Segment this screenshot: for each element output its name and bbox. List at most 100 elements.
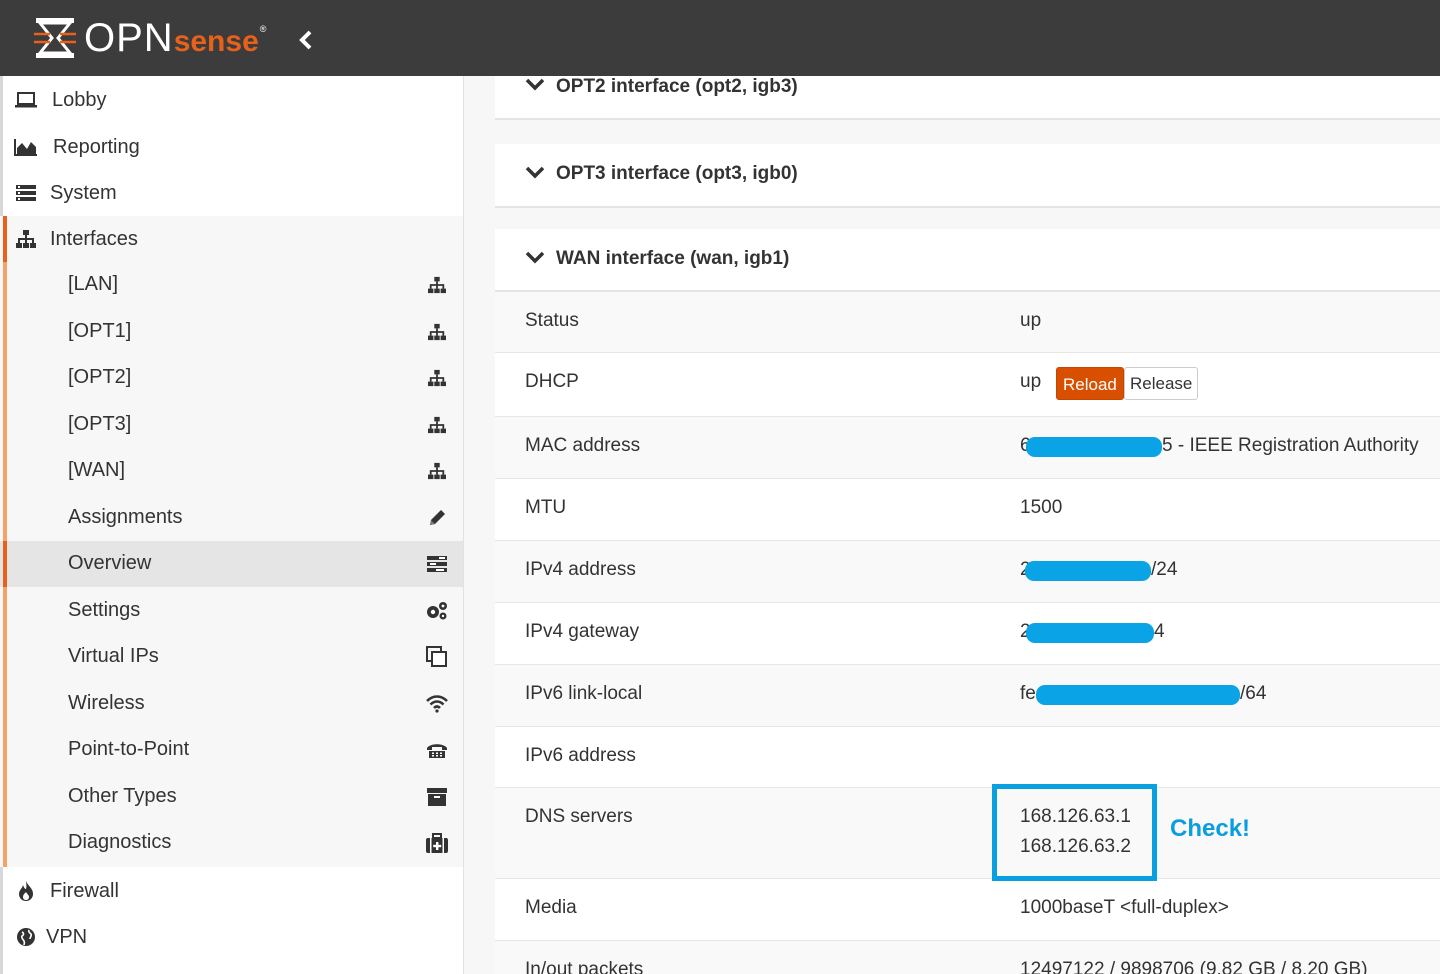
row-key: IPv4 address — [525, 559, 636, 580]
sidebar-item-label: Interfaces — [50, 227, 138, 250]
row-key: MAC address — [525, 435, 641, 456]
sidebar-item-lan[interactable]: [LAN] — [0, 262, 463, 308]
sitemap-icon — [424, 413, 450, 437]
sidebar-item-opt3[interactable]: [OPT3] — [0, 402, 463, 448]
sidebar-item-vpn[interactable]: VPN — [0, 914, 463, 960]
table-row-ipv4-gateway: IPv4 gateway 2 4 — [495, 602, 1440, 664]
sidebar-item-lobby[interactable]: Lobby — [0, 77, 463, 123]
row-value-suffix: /24 — [1151, 559, 1178, 580]
redaction-mark — [1025, 561, 1151, 581]
sidebar-item-reporting[interactable]: Reporting — [0, 124, 463, 170]
sidebar-collapse-button[interactable] — [292, 26, 320, 54]
main-content: OPT2 interface (opt2, igb3) OPT3 interfa… — [464, 76, 1440, 974]
row-key: IPv4 gateway — [525, 621, 640, 642]
row-key: DHCP — [525, 371, 579, 392]
sidebar-item-diagnostics[interactable]: Diagnostics — [0, 820, 463, 866]
chevron-down-icon — [525, 251, 545, 264]
sidebar-item-label: VPN — [46, 925, 88, 948]
release-button[interactable]: Release — [1124, 367, 1199, 400]
row-key: Media — [525, 897, 577, 918]
sidebar-item-settings[interactable]: Settings — [0, 588, 463, 634]
medkit-icon — [424, 831, 450, 855]
tasks-icon — [424, 552, 450, 576]
redaction-mark — [1026, 623, 1154, 643]
sidebar-item-label: Point-to-Point — [68, 738, 190, 760]
sidebar-item-label: Virtual IPs — [68, 645, 159, 667]
sidebar-item-label: [OPT1] — [68, 320, 132, 342]
fax-icon — [424, 738, 450, 762]
sidebar-item-label: Assignments — [68, 506, 183, 528]
logo-registered-mark: ® — [259, 24, 267, 34]
row-key: IPv6 link-local — [525, 683, 643, 704]
panel-title: OPT2 interface (opt2, igb3) — [556, 76, 798, 97]
row-key: Status — [525, 310, 579, 331]
table-row-mac: MAC address 6 5 - IEEE Registration Auth… — [495, 416, 1440, 478]
sidebar-item-system[interactable]: System — [0, 170, 463, 216]
server-icon — [14, 182, 38, 204]
sidebar-item-label: Other Types — [68, 785, 177, 807]
sidebar-item-firewall[interactable]: Firewall — [0, 868, 463, 914]
wan-interface-panel: WAN interface (wan, igb1) Status up DHCP… — [495, 229, 1440, 974]
globe-icon — [14, 926, 38, 948]
opt3-panel-header[interactable]: OPT3 interface (opt3, igb0) — [495, 162, 1440, 206]
row-value: 1500 — [1020, 497, 1063, 518]
opt2-panel-header[interactable]: OPT2 interface (opt2, igb3) — [495, 76, 1440, 120]
chevron-left-icon — [299, 30, 312, 50]
sidebar-item-other-types[interactable]: Other Types — [0, 774, 463, 820]
reload-button[interactable]: Reload — [1056, 367, 1124, 400]
sidebar-item-virtual-ips[interactable]: Virtual IPs — [0, 634, 463, 680]
area-chart-icon — [14, 136, 38, 158]
wan-panel-header[interactable]: WAN interface (wan, igb1) — [495, 247, 1440, 291]
redaction-mark — [1026, 437, 1162, 457]
row-value: 12497122 / 9898706 (9.82 GB / 8.20 GB) — [1020, 959, 1368, 974]
logo-opn-text: OPN — [84, 15, 174, 60]
row-value-suffix: /64 — [1240, 683, 1267, 704]
opt2-interface-panel: OPT2 interface (opt2, igb3) — [495, 76, 1440, 120]
opnsense-logo[interactable]: OPN sense ® — [32, 14, 266, 62]
table-row-mtu: MTU 1500 — [495, 478, 1440, 540]
table-row-media: Media 1000baseT <full-duplex> — [495, 878, 1440, 940]
row-key: MTU — [525, 497, 567, 518]
sidebar-item-wireless[interactable]: Wireless — [0, 681, 463, 727]
clone-icon — [424, 645, 450, 669]
row-value-prefix: fe — [1020, 683, 1036, 704]
panel-title: WAN interface (wan, igb1) — [556, 248, 790, 269]
sidebar-item-point-to-point[interactable]: Point-to-Point — [0, 727, 463, 773]
opt3-interface-panel: OPT3 interface (opt3, igb0) — [495, 144, 1440, 208]
fire-icon — [14, 880, 38, 902]
row-key: In/out packets — [525, 959, 644, 974]
sidebar-item-interfaces[interactable]: Interfaces — [0, 216, 463, 262]
pencil-icon — [424, 506, 450, 530]
table-row-status: Status up — [495, 290, 1440, 352]
sidebar-item-label: Lobby — [52, 88, 107, 111]
opnsense-logo-mark-icon — [34, 18, 76, 58]
sidebar-item-opt1[interactable]: [OPT1] — [0, 309, 463, 355]
sidebar-item-assignments[interactable]: Assignments — [0, 495, 463, 541]
sidebar-item-wan[interactable]: [WAN] — [0, 448, 463, 494]
check-annotation: Check! — [1170, 815, 1251, 842]
sitemap-icon — [14, 228, 38, 250]
panel-title: OPT3 interface (opt3, igb0) — [556, 163, 798, 184]
sidebar: Lobby Reporting System Interfaces [LAN] [… — [0, 76, 464, 974]
row-key: DNS servers — [525, 806, 633, 827]
table-row-dns-servers: DNS servers 168.126.63.1 168.126.63.2 — [495, 787, 1440, 878]
table-row-ipv6-link-local: IPv6 link-local fe /64 — [495, 664, 1440, 726]
sidebar-item-label: Wireless — [68, 692, 145, 714]
sitemap-icon — [424, 273, 450, 297]
row-value: 1000baseT <full-duplex> — [1020, 897, 1229, 918]
row-key: IPv6 address — [525, 745, 636, 766]
redaction-mark — [1036, 685, 1240, 705]
chevron-down-icon — [525, 78, 545, 91]
table-row-dhcp: DHCP up Reload Release — [495, 352, 1440, 416]
chevron-down-icon — [525, 166, 545, 179]
logo-sense-text: sense — [173, 25, 259, 58]
cogs-icon — [424, 599, 450, 623]
table-row-in-out-packets: In/out packets 12497122 / 9898706 (9.82 … — [495, 940, 1440, 974]
wifi-icon — [424, 692, 450, 716]
sitemap-icon — [424, 320, 450, 344]
row-value: up — [1020, 371, 1042, 392]
sidebar-item-opt2[interactable]: [OPT2] — [0, 355, 463, 401]
sidebar-item-label: Diagnostics — [68, 831, 172, 853]
sidebar-item-overview[interactable]: Overview — [0, 541, 463, 587]
sidebar-item-label: [LAN] — [68, 273, 119, 295]
